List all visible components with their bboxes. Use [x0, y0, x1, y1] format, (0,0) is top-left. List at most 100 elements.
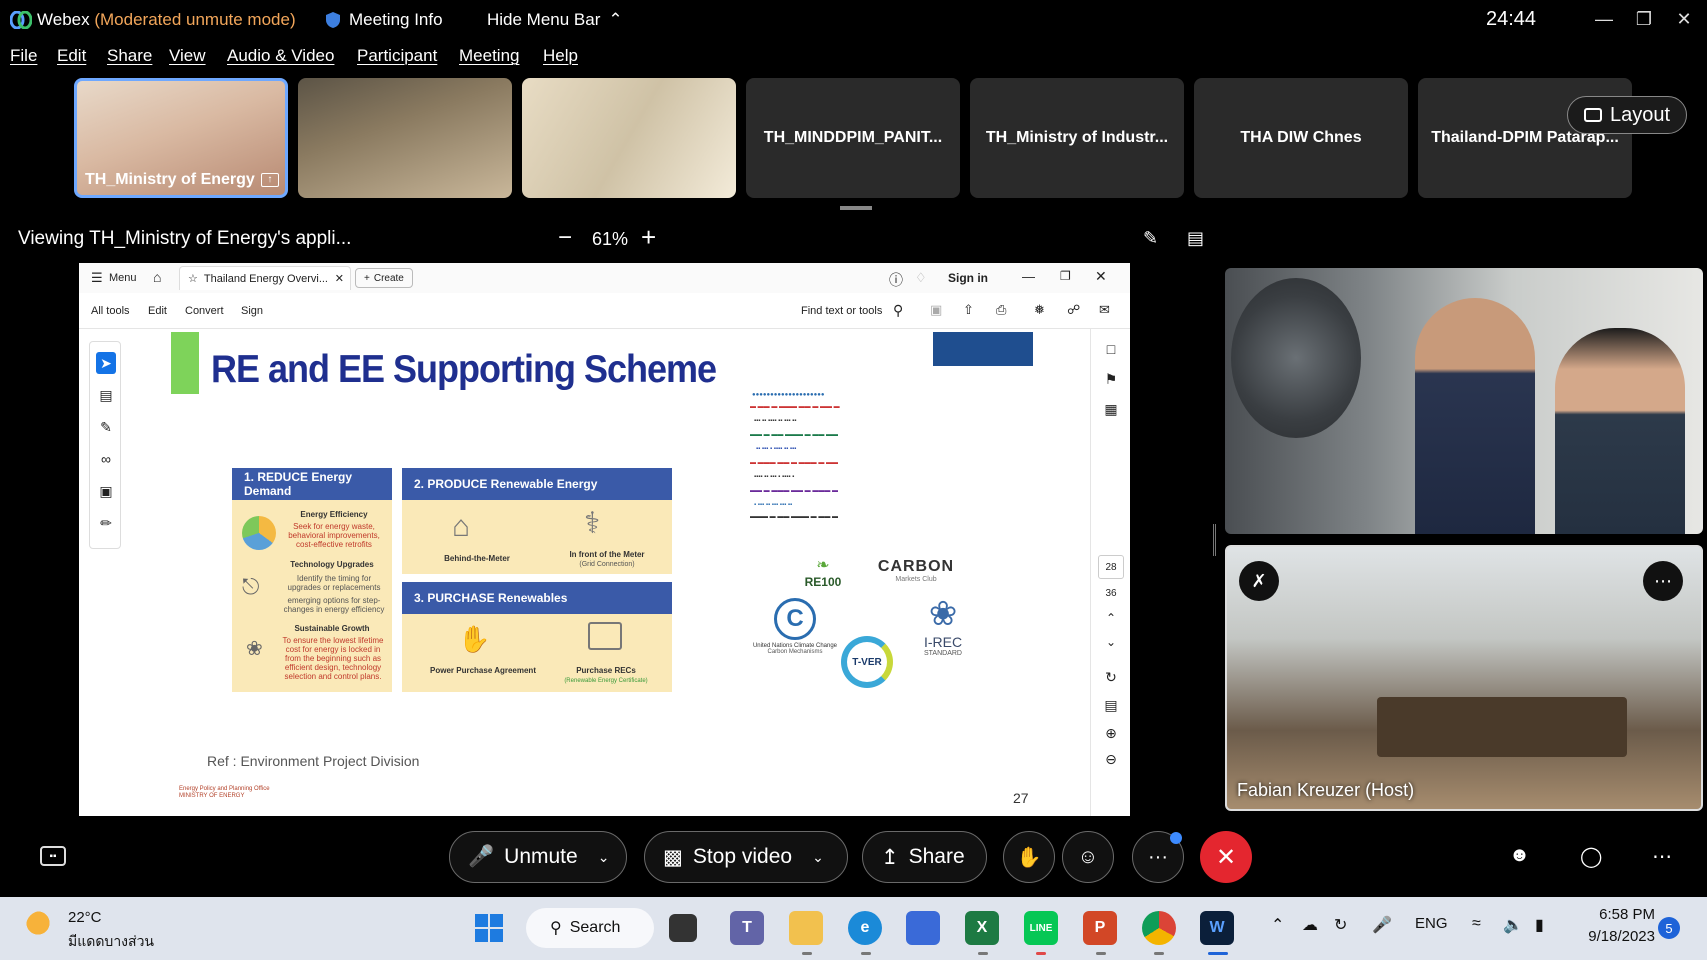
- clock-date[interactable]: 9/18/2023: [1575, 928, 1655, 945]
- upload-icon[interactable]: ⇧: [963, 302, 974, 318]
- help-icon[interactable]: ⓘ: [889, 270, 903, 290]
- task-view-icon[interactable]: [669, 914, 697, 942]
- meeting-info-button[interactable]: Meeting Info: [325, 10, 443, 30]
- close-tab-icon[interactable]: ✕: [335, 272, 344, 285]
- weather-sun-cloud-icon[interactable]: [26, 911, 56, 941]
- home-icon[interactable]: ⌂: [153, 269, 161, 285]
- zoom-out-icon[interactable]: ⊖: [1101, 751, 1121, 768]
- search-icon[interactable]: ⚲: [893, 302, 903, 319]
- extract-page-icon[interactable]: ▤: [1101, 697, 1121, 714]
- input-language[interactable]: ENG: [1415, 915, 1448, 932]
- page-up-icon[interactable]: ⌃: [1101, 611, 1121, 625]
- annotate-icon[interactable]: ✎: [1143, 228, 1158, 249]
- chat-icon[interactable]: ◯: [1580, 844, 1602, 869]
- panel-splitter[interactable]: [1213, 524, 1216, 556]
- sync-icon[interactable]: ↻: [1334, 915, 1347, 935]
- save-icon[interactable]: ▣: [930, 302, 942, 318]
- file-explorer-icon[interactable]: [789, 911, 823, 945]
- video-more-button[interactable]: ⋯: [1643, 561, 1683, 601]
- text-tool-icon[interactable]: ▣: [96, 480, 116, 502]
- chevron-down-icon[interactable]: ⌄: [812, 849, 824, 866]
- participant-tile-diw[interactable]: THA DIW Chnes: [1194, 78, 1408, 198]
- clock-time[interactable]: 6:58 PM: [1575, 906, 1655, 923]
- host-video[interactable]: ✗ ⋯ Fabian Kreuzer (Host): [1225, 545, 1703, 811]
- tray-overflow-icon[interactable]: ⌃: [1271, 915, 1284, 935]
- screen-options-icon[interactable]: ▤: [1187, 228, 1204, 249]
- acro-restore-icon[interactable]: ❐: [1060, 269, 1071, 283]
- line-app-icon[interactable]: LINE: [1024, 911, 1058, 945]
- start-button[interactable]: [472, 911, 506, 945]
- unpin-button[interactable]: ✗: [1239, 561, 1279, 601]
- more-panels-icon[interactable]: ⋯: [1652, 844, 1672, 869]
- acro-close-icon[interactable]: ✕: [1095, 268, 1107, 285]
- strip-resize-handle[interactable]: [840, 206, 872, 210]
- store-icon[interactable]: [906, 911, 940, 945]
- sign-tool-icon[interactable]: ✏: [96, 512, 116, 534]
- current-page-box[interactable]: 28: [1098, 555, 1124, 579]
- participant-tile-ministry-industry[interactable]: TH_Ministry of Industr...: [970, 78, 1184, 198]
- zoom-in-button[interactable]: +: [641, 222, 656, 253]
- menu-file[interactable]: File: [10, 46, 37, 66]
- draw-tool-icon[interactable]: ∞: [96, 448, 116, 470]
- rotate-icon[interactable]: ↻: [1101, 669, 1121, 686]
- menu-view[interactable]: View: [169, 46, 206, 66]
- zoom-in-icon[interactable]: ⊕: [1101, 725, 1121, 742]
- stop-video-button[interactable]: ▩ Stop video ⌄: [644, 831, 848, 883]
- taskbar-search[interactable]: ⚲ Search: [526, 908, 654, 948]
- powerpoint-icon[interactable]: P: [1083, 911, 1117, 945]
- weather-temperature[interactable]: 22°C: [68, 909, 102, 926]
- menu-audio-video[interactable]: Audio & Video: [227, 46, 334, 66]
- hamburger-icon[interactable]: ☰: [91, 270, 103, 286]
- layout-button[interactable]: Layout: [1567, 96, 1687, 134]
- battery-icon[interactable]: ▮: [1535, 915, 1544, 935]
- acro-minimize-icon[interactable]: —: [1022, 269, 1035, 284]
- participant-tile-minddpim[interactable]: TH_MINDDPIM_PANIT...: [746, 78, 960, 198]
- end-meeting-button[interactable]: ✕: [1200, 831, 1252, 883]
- edit-tab[interactable]: Edit: [148, 305, 167, 317]
- chrome-icon[interactable]: [1142, 911, 1176, 945]
- participant-video-main[interactable]: [1225, 268, 1703, 534]
- highlight-tool-icon[interactable]: ✎: [96, 416, 116, 438]
- ai-assistant-icon[interactable]: ❅: [1034, 302, 1045, 318]
- teams-icon[interactable]: T: [730, 911, 764, 945]
- edge-icon[interactable]: e: [848, 911, 882, 945]
- thumbnails-icon[interactable]: ▦: [1101, 401, 1121, 418]
- reactions-button[interactable]: ☺: [1062, 831, 1114, 883]
- sign-tab[interactable]: Sign: [241, 305, 263, 317]
- menu-share[interactable]: Share: [107, 46, 152, 66]
- webex-icon[interactable]: W: [1200, 911, 1234, 945]
- participants-icon[interactable]: ☻: [1509, 844, 1530, 867]
- convert-tab[interactable]: Convert: [185, 305, 224, 317]
- menu-edit[interactable]: Edit: [57, 46, 86, 66]
- cloud-sync-icon[interactable]: ☁: [1302, 915, 1318, 935]
- menu-help[interactable]: Help: [543, 46, 578, 66]
- sign-in-button[interactable]: Sign in: [948, 271, 988, 285]
- bookmark-icon[interactable]: ⚑: [1101, 371, 1121, 388]
- share-button[interactable]: ↥ Share: [862, 831, 987, 883]
- zoom-out-button[interactable]: −: [558, 224, 572, 252]
- participant-tile-ministry-energy[interactable]: TH_Ministry of Energy ↑: [74, 78, 288, 198]
- find-text-input[interactable]: Find text or tools: [801, 305, 882, 317]
- unmute-button[interactable]: 🎤 Unmute ⌄: [449, 831, 627, 883]
- select-tool-icon[interactable]: ➤: [96, 352, 116, 374]
- menu-participant[interactable]: Participant: [357, 46, 437, 66]
- comment-panel-icon[interactable]: □: [1101, 341, 1121, 357]
- wifi-icon[interactable]: ≈: [1472, 915, 1481, 933]
- weather-description[interactable]: มีแดดบางส่วน: [68, 931, 154, 953]
- participant-tile-video-3[interactable]: [522, 78, 736, 198]
- bell-icon[interactable]: ♢: [915, 270, 927, 286]
- page-down-icon[interactable]: ⌄: [1101, 635, 1121, 649]
- email-icon[interactable]: ✉: [1099, 302, 1110, 318]
- print-icon[interactable]: ⎙: [996, 302, 1006, 318]
- hide-menu-bar-button[interactable]: Hide Menu Bar ⌃: [487, 10, 623, 30]
- close-window-button[interactable]: ✕: [1670, 8, 1698, 30]
- acrobat-menu-label[interactable]: Menu: [109, 272, 137, 284]
- participant-tile-video-2[interactable]: [298, 78, 512, 198]
- menu-meeting[interactable]: Meeting: [459, 46, 519, 66]
- create-button[interactable]: + Create: [355, 268, 413, 288]
- mic-muted-icon[interactable]: 🎤: [1372, 915, 1392, 935]
- closed-captions-button[interactable]: ▪▪: [40, 846, 66, 866]
- volume-muted-icon[interactable]: 🔈: [1503, 915, 1523, 935]
- chevron-down-icon[interactable]: ⌄: [598, 849, 610, 866]
- raise-hand-button[interactable]: ✋: [1003, 831, 1055, 883]
